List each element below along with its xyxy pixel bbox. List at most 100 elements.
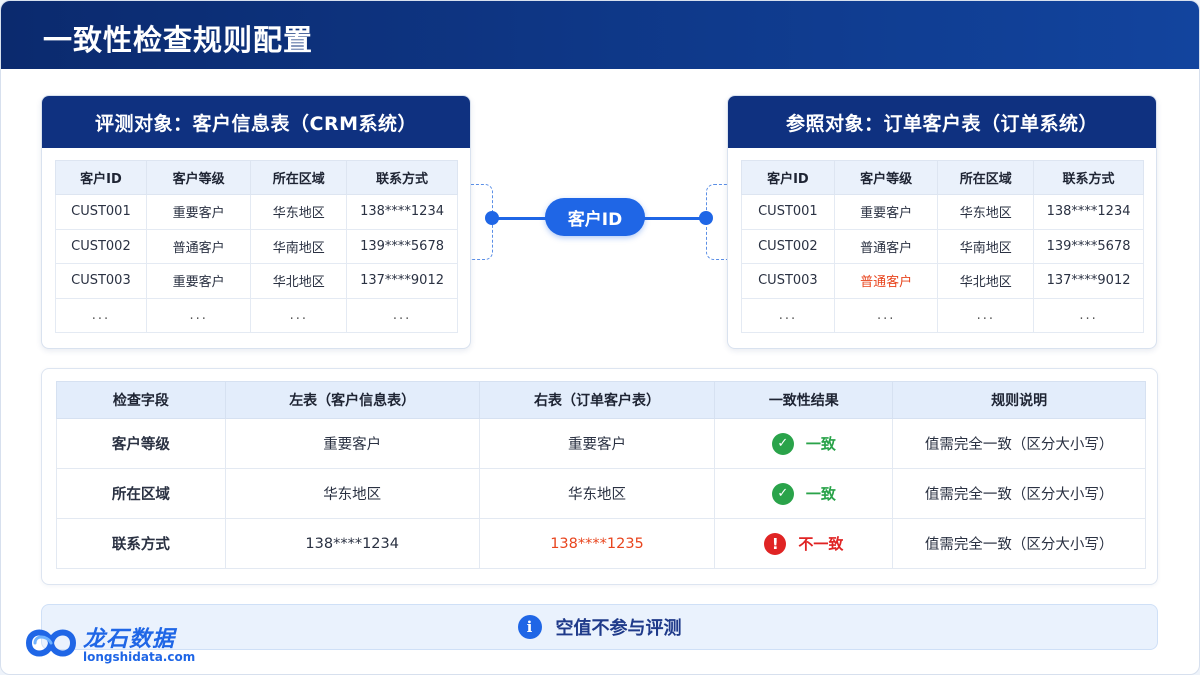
slide-frame: 一致性检查规则配置 评测对象：客户信息表（CRM系统） 客户ID 客户等级 所在… [0, 0, 1200, 675]
title-bar: 一致性检查规则配置 [1, 1, 1199, 69]
column-header: 所在区域 [937, 160, 1035, 195]
brand-url: longshidata.com [83, 650, 196, 664]
table-cell: CUST002 [741, 228, 835, 264]
column-header: 所在区域 [250, 160, 348, 195]
column-header: 检查字段 [56, 381, 226, 419]
mismatch-cell: 普通客户 [833, 263, 939, 299]
consistency-check-panel: 检查字段 左表（客户信息表） 右表（订单客户表） 一致性结果 规则说明 客户等级… [41, 368, 1158, 585]
table-cell: 137****9012 [1033, 263, 1144, 299]
table-cell: CUST001 [55, 194, 147, 230]
table-cell: 138****1234 [346, 194, 458, 230]
right-value: 华东地区 [478, 468, 716, 519]
result-consistent: ✓ 一致 [771, 482, 836, 505]
table-cell: 华南地区 [937, 228, 1035, 264]
table-row: CUST003 普通客户 华北地区 137****9012 [741, 263, 1144, 299]
alert-circle-icon: ! [764, 532, 787, 555]
left-source-table: 客户ID 客户等级 所在区域 联系方式 CUST001 重要客户 华东地区 13… [55, 160, 458, 333]
table-header-row: 客户ID 客户等级 所在区域 联系方式 [55, 160, 458, 195]
table-row: 所在区域 华东地区 华东地区 ✓ 一致 值需完全一致（区分大小写） [56, 468, 1146, 519]
note-text: 空值不参与评测 [555, 618, 682, 639]
table-cell: ... [250, 297, 348, 333]
table-cell: 138****1234 [1033, 194, 1144, 230]
table-row: CUST002 普通客户 华南地区 139****5678 [741, 228, 1144, 264]
brand-name: 龙石数据 [83, 627, 176, 652]
table-cell: 普通客户 [833, 228, 939, 264]
check-circle-icon: ✓ [771, 482, 794, 505]
table-cell: 华北地区 [250, 263, 348, 299]
table-cell: 普通客户 [145, 228, 252, 264]
rule-description: 值需完全一致（区分大小写） [892, 418, 1146, 469]
table-cell: ... [741, 297, 835, 333]
table-row: CUST001 重要客户 华东地区 138****1234 [55, 194, 458, 230]
table-cell: 华北地区 [937, 263, 1035, 299]
table-row-ellipsis: ... ... ... ... [741, 297, 1144, 333]
brand-logo: 龙石数据 longshidata.com [21, 619, 211, 671]
left-value: 华东地区 [224, 468, 480, 519]
table-cell: ... [1033, 297, 1144, 333]
right-source-table: 客户ID 客户等级 所在区域 联系方式 CUST001 重要客户 华东地区 13… [741, 160, 1144, 333]
table-cell: 重要客户 [145, 194, 252, 230]
table-cell: CUST001 [741, 194, 835, 230]
column-header: 规则说明 [892, 381, 1146, 419]
result-label: 一致 [805, 485, 836, 503]
result-cell: ! 不一致 [714, 518, 894, 569]
column-header: 客户等级 [145, 160, 252, 195]
table-row: CUST001 重要客户 华东地区 138****1234 [741, 194, 1144, 230]
column-header: 联系方式 [346, 160, 458, 195]
check-field: 所在区域 [56, 468, 226, 519]
right-source-card: 参照对象：订单客户表（订单系统） 客户ID 客户等级 所在区域 联系方式 CUS… [727, 95, 1157, 349]
infinity-logo-icon [25, 629, 77, 657]
rule-description: 值需完全一致（区分大小写） [892, 518, 1146, 569]
table-cell: CUST002 [55, 228, 147, 264]
column-header: 客户等级 [833, 160, 939, 195]
table-cell: CUST003 [55, 263, 147, 299]
table-cell: ... [346, 297, 458, 333]
table-cell: 139****5678 [346, 228, 458, 264]
column-header: 客户ID [55, 160, 147, 195]
right-card-title: 参照对象：订单客户表（订单系统） [728, 96, 1156, 148]
check-circle-icon: ✓ [771, 432, 794, 455]
table-row: CUST003 重要客户 华北地区 137****9012 [55, 263, 458, 299]
result-consistent: ✓ 一致 [771, 432, 836, 455]
table-cell: 重要客户 [145, 263, 252, 299]
table-header-row: 检查字段 左表（客户信息表） 右表（订单客户表） 一致性结果 规则说明 [56, 381, 1146, 419]
table-cell: ... [145, 297, 252, 333]
column-header: 客户ID [741, 160, 835, 195]
check-field: 客户等级 [56, 418, 226, 469]
table-cell: 华南地区 [250, 228, 348, 264]
join-line-right [641, 217, 707, 220]
page-title: 一致性检查规则配置 [43, 23, 314, 57]
table-header-row: 客户ID 客户等级 所在区域 联系方式 [741, 160, 1144, 195]
left-value: 138****1234 [224, 518, 480, 569]
table-cell: 137****9012 [346, 263, 458, 299]
join-key-badge: 客户ID [545, 198, 645, 236]
left-card-title: 评测对象：客户信息表（CRM系统） [42, 96, 470, 148]
table-cell: 华东地区 [937, 194, 1035, 230]
right-value: 重要客户 [478, 418, 716, 469]
info-icon: i [517, 615, 542, 639]
left-source-card: 评测对象：客户信息表（CRM系统） 客户ID 客户等级 所在区域 联系方式 CU… [41, 95, 471, 349]
table-cell: 重要客户 [833, 194, 939, 230]
table-cell: ... [937, 297, 1035, 333]
result-label: 不一致 [798, 535, 844, 553]
left-value: 重要客户 [224, 418, 480, 469]
column-header: 右表（订单客户表） [478, 381, 716, 419]
table-row: 客户等级 重要客户 重要客户 ✓ 一致 值需完全一致（区分大小写） [56, 418, 1146, 469]
check-field: 联系方式 [56, 518, 226, 569]
table-cell: 华东地区 [250, 194, 348, 230]
result-cell: ✓ 一致 [714, 468, 894, 519]
table-cell: 139****5678 [1033, 228, 1144, 264]
column-header: 左表（客户信息表） [224, 381, 480, 419]
join-dot-right [699, 211, 713, 225]
table-cell: ... [55, 297, 147, 333]
table-row: CUST002 普通客户 华南地区 139****5678 [55, 228, 458, 264]
consistency-check-table: 检查字段 左表（客户信息表） 右表（订单客户表） 一致性结果 规则说明 客户等级… [56, 381, 1146, 569]
table-cell: ... [833, 297, 939, 333]
rule-description: 值需完全一致（区分大小写） [892, 468, 1146, 519]
column-header: 一致性结果 [714, 381, 894, 419]
result-inconsistent: ! 不一致 [764, 532, 844, 555]
join-dot-left [485, 211, 499, 225]
table-row-ellipsis: ... ... ... ... [55, 297, 458, 333]
right-value-mismatch: 138****1235 [478, 518, 716, 569]
table-cell: CUST003 [741, 263, 835, 299]
